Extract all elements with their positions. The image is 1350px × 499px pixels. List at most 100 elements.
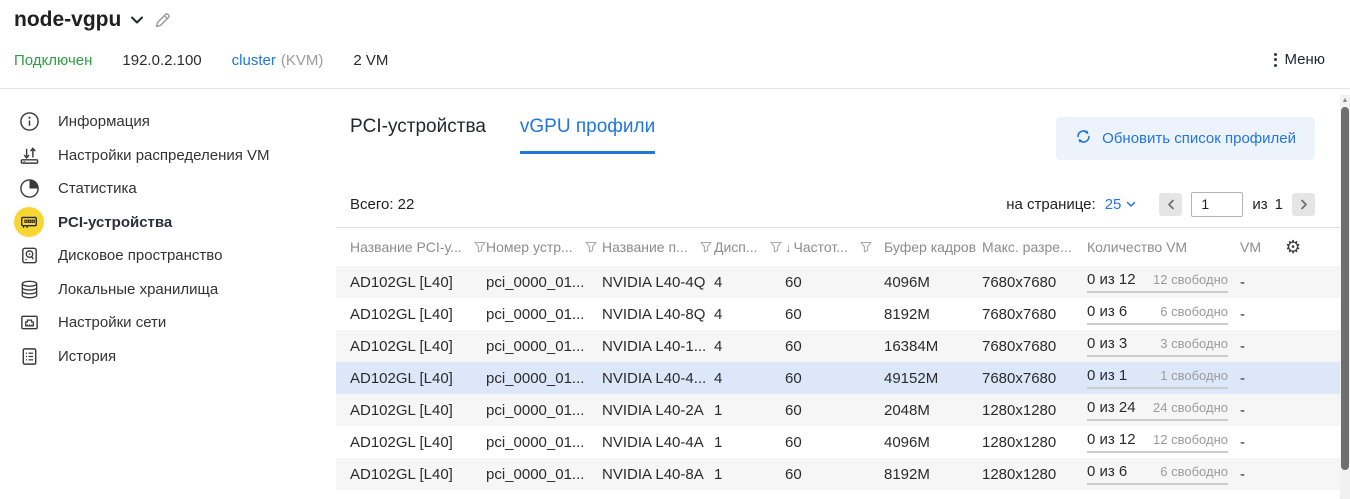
tab-pci-devices[interactable]: PCI-устройства	[350, 116, 486, 154]
table-controls: Всего: 22 на странице: 25 из 1	[350, 189, 1315, 219]
cell-frequency: 60	[785, 394, 884, 426]
cluster-link[interactable]: cluster	[232, 52, 276, 69]
tabs: PCI-устройства vGPU профили	[350, 116, 655, 154]
cell-frequency: 60	[785, 362, 884, 394]
col-framebuffer: Буфер кадров	[884, 239, 976, 255]
cell-displays: 1	[714, 394, 785, 426]
sort-desc-icon[interactable]: ↓	[785, 240, 792, 255]
cell-max-res: 1280x1280	[982, 458, 1087, 490]
filter-icon[interactable]	[474, 241, 486, 253]
cell-framebuffer: 4096M	[884, 426, 982, 458]
refresh-profiles-button[interactable]: Обновить список профилей	[1056, 117, 1315, 160]
cell-profile-name: NVIDIA L40-1...	[602, 330, 714, 362]
cell-vm: -	[1240, 458, 1285, 490]
cell-device-number: pci_0000_01...	[486, 458, 602, 490]
status-bar: Подключен 192.0.2.100 cluster (KVM) 2 VM	[14, 52, 388, 69]
gear-icon[interactable]: ⚙	[1285, 237, 1301, 257]
table-row[interactable]: AD102GL [L40] pci_0000_01... NVIDIA L40-…	[336, 266, 1340, 298]
cell-profile-name: NVIDIA L40-4...	[602, 362, 714, 394]
col-device-number: Номер устр...	[486, 239, 573, 255]
cell-frequency: 60	[785, 266, 884, 298]
cell-device-number: pci_0000_01...	[486, 394, 602, 426]
menu-button[interactable]: Меню	[1274, 51, 1325, 68]
cell-frequency: 60	[785, 426, 884, 458]
status-badge: Подключен	[14, 52, 92, 69]
cluster-type: (KVM)	[281, 52, 324, 69]
col-profile-name: Название п...	[602, 239, 688, 255]
database-icon	[14, 274, 44, 304]
pie-chart-icon	[14, 174, 44, 204]
hard-disk-icon	[14, 241, 44, 271]
per-page-label: на странице:	[1006, 196, 1095, 213]
col-vm: VM	[1240, 239, 1261, 255]
col-max-res: Макс. разре...	[982, 239, 1072, 255]
sidebar-item-vm-distribution[interactable]: Настройки распределения VM	[0, 139, 336, 173]
sidebar-item-pci-devices[interactable]: PCI-устройства	[0, 206, 336, 240]
cell-vm: -	[1240, 426, 1285, 458]
sidebar-item-network-settings[interactable]: Настройки сети	[0, 306, 336, 340]
cell-profile-name: NVIDIA L40-2A	[602, 394, 714, 426]
table-header-row: Название PCI-у... Номер устр... Название…	[336, 228, 1340, 266]
sidebar: Информация Настройки распределения VM Ст…	[0, 89, 336, 499]
cell-displays: 4	[714, 266, 785, 298]
scrollbar-up-icon[interactable]: ▲	[1341, 97, 1349, 105]
sidebar-item-information[interactable]: Информация	[0, 105, 336, 139]
vm-count: 2 VM	[353, 52, 388, 69]
vgpu-profiles-table: Название PCI-у... Номер устр... Название…	[336, 228, 1340, 490]
sidebar-item-history[interactable]: История	[0, 340, 336, 374]
edit-icon[interactable]	[153, 11, 172, 30]
node-page: node-vgpu Подключен 192.0.2.100 cluster …	[0, 0, 1350, 499]
sidebar-item-statistics[interactable]: Статистика	[0, 172, 336, 206]
col-frequency: Частот...	[794, 239, 848, 255]
filter-icon[interactable]	[585, 241, 597, 253]
cell-frequency: 60	[785, 458, 884, 490]
filter-icon[interactable]	[770, 241, 782, 253]
chevron-down-icon[interactable]	[130, 15, 144, 25]
filter-icon[interactable]	[860, 241, 872, 253]
scrollbar-thumb[interactable]	[1341, 107, 1349, 470]
filter-icon[interactable]	[700, 241, 712, 253]
table-row[interactable]: AD102GL [L40] pci_0000_01... NVIDIA L40-…	[336, 330, 1340, 362]
sidebar-item-disk-space[interactable]: Дисковое пространство	[0, 239, 336, 273]
cell-pci-name: AD102GL [L40]	[336, 298, 486, 330]
qty-used: 0 из 3	[1087, 335, 1127, 352]
of-label: из	[1252, 196, 1267, 213]
qty-free: 6 свободно	[1160, 304, 1228, 319]
table-row[interactable]: AD102GL [L40] pci_0000_01... NVIDIA L40-…	[336, 426, 1340, 458]
tab-vgpu-profiles[interactable]: vGPU профили	[520, 116, 655, 154]
sidebar-item-label: Информация	[58, 113, 150, 130]
per-page-select[interactable]: 25	[1105, 196, 1137, 213]
table-row-selected[interactable]: AD102GL [L40] pci_0000_01... NVIDIA L40-…	[336, 362, 1340, 394]
page-input[interactable]	[1191, 192, 1243, 217]
cell-profile-name: NVIDIA L40-8Q	[602, 298, 714, 330]
table-row[interactable]: AD102GL [L40] pci_0000_01... NVIDIA L40-…	[336, 394, 1340, 426]
table-row[interactable]: AD102GL [L40] pci_0000_01... NVIDIA L40-…	[336, 458, 1340, 490]
cell-max-res: 7680x7680	[982, 330, 1087, 362]
vm-distribution-icon	[14, 140, 44, 170]
cell-displays: 1	[714, 426, 785, 458]
table-row[interactable]: AD102GL [L40] pci_0000_01... NVIDIA L40-…	[336, 298, 1340, 330]
cell-displays: 4	[714, 330, 785, 362]
prev-page-button[interactable]	[1159, 193, 1182, 216]
total-pages: 1	[1275, 196, 1283, 213]
cell-device-number: pci_0000_01...	[486, 426, 602, 458]
chevron-down-icon	[1126, 201, 1136, 208]
qty-free: 1 свободно	[1160, 368, 1228, 383]
next-page-button[interactable]	[1292, 193, 1315, 216]
cell-profile-name: NVIDIA L40-4Q	[602, 266, 714, 298]
sidebar-item-label: Дисковое пространство	[58, 247, 222, 264]
cell-framebuffer: 16384M	[884, 330, 982, 362]
qty-used: 0 из 6	[1087, 303, 1127, 320]
vm-quantity-bar: 0 из 33 свободно	[1087, 335, 1228, 357]
vertical-scrollbar[interactable]: ▲	[1340, 95, 1350, 499]
cell-vm: -	[1240, 266, 1285, 298]
qty-used: 0 из 12	[1087, 431, 1136, 448]
cell-displays: 4	[714, 298, 785, 330]
sidebar-item-local-storage[interactable]: Локальные хранилища	[0, 273, 336, 307]
cell-frequency: 60	[785, 298, 884, 330]
col-pci-name: Название PCI-у...	[350, 239, 462, 255]
cell-max-res: 7680x7680	[982, 298, 1087, 330]
sidebar-item-label: Статистика	[58, 180, 137, 197]
cell-pci-name: AD102GL [L40]	[336, 394, 486, 426]
network-port-icon	[14, 308, 44, 338]
